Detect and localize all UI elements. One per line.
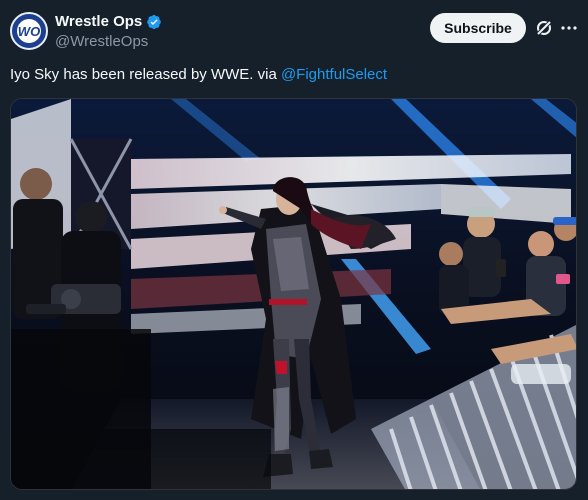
svg-text:WO: WO [18,24,40,39]
author-handle[interactable]: @WrestleOps [55,33,148,50]
author-name-row: Wrestle Ops [55,13,162,30]
tweet-photo[interactable] [10,98,577,490]
author-display-name[interactable]: Wrestle Ops [55,13,142,30]
wrestle-ops-logo: WO [13,15,45,47]
more-icon[interactable] [560,19,578,37]
tweet-card: WO Wrestle Ops @WrestleOps Subscribe Iyo… [0,0,588,500]
tweet-text: Iyo Sky has been released by WWE. via @F… [10,66,387,83]
subscribe-button[interactable]: Subscribe [430,13,526,43]
tweet-body-text: Iyo Sky has been released by WWE. via [10,66,281,83]
grok-icon[interactable] [534,18,554,38]
wrestler-entrance-photo [11,99,576,489]
verified-badge-icon [147,14,162,29]
author-avatar[interactable]: WO [10,12,48,50]
mention-link[interactable]: @FightfulSelect [281,66,387,83]
